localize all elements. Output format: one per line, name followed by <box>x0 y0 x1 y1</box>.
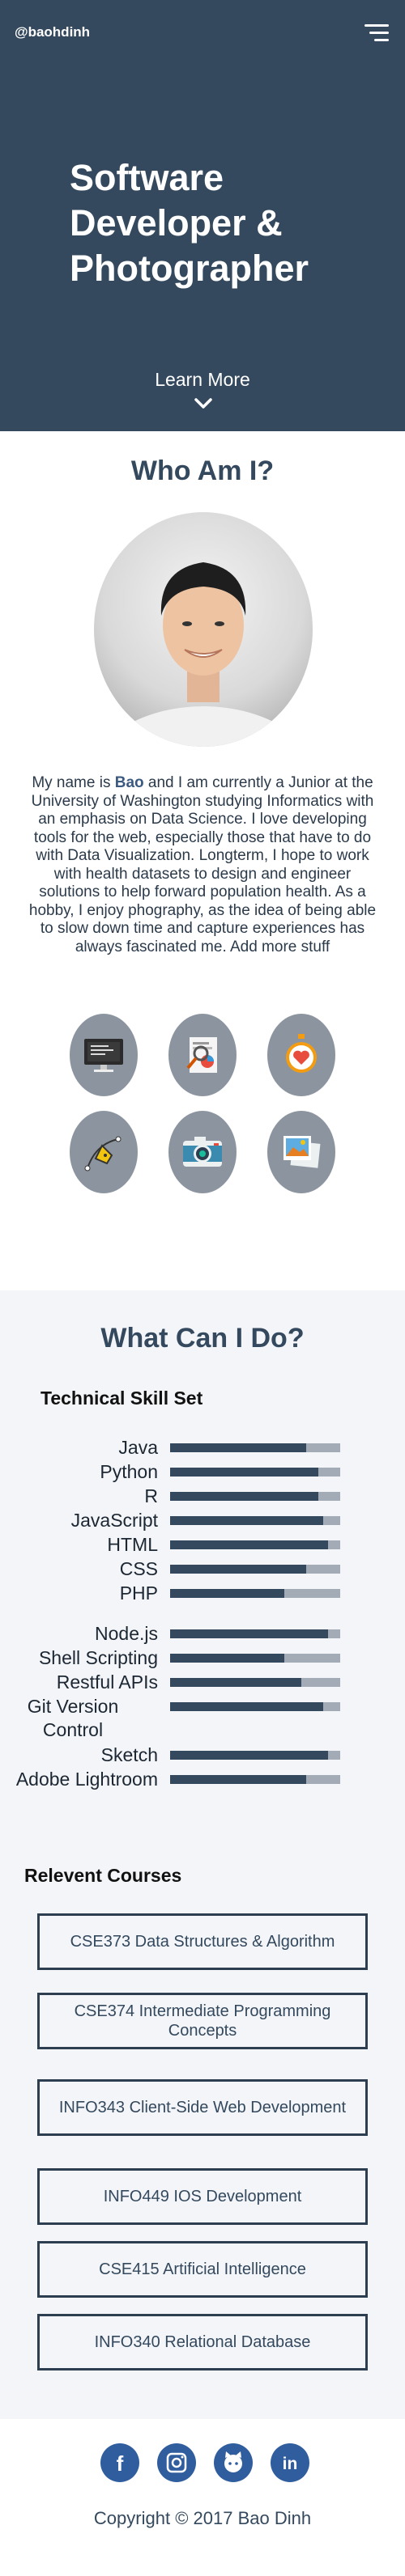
skill-bar-fill <box>170 1654 284 1663</box>
skill-row: Java <box>0 1436 405 1460</box>
skill-row: HTML <box>0 1533 405 1557</box>
hero-title-line: Software <box>70 157 224 198</box>
footer: f in Copyright © 2017 Bao Dinh <box>0 2419 405 2576</box>
courses-title: Relevent Courses <box>24 1865 182 1886</box>
skill-bar <box>170 1516 340 1525</box>
skill-row: Restful APIs <box>0 1671 405 1695</box>
skill-name: Restful APIs <box>56 1671 158 1693</box>
skill-name: CSS <box>119 1558 158 1579</box>
skill-bar <box>170 1678 340 1687</box>
github-icon[interactable] <box>214 2443 253 2482</box>
skill-bar <box>170 1565 340 1574</box>
skill-bar-fill <box>170 1443 306 1452</box>
skill-bar-fill <box>170 1702 323 1711</box>
skill-name: Python <box>100 1461 158 1482</box>
brand-link[interactable]: @baohdinh <box>15 24 90 40</box>
about-title: Who Am I? <box>130 455 275 486</box>
instagram-icon[interactable] <box>157 2443 196 2482</box>
skill-bar <box>170 1629 340 1638</box>
course-card[interactable]: INFO343 Client-Side Web Development <box>37 2079 368 2136</box>
skill-row: R <box>0 1485 405 1509</box>
hero-title-line: Photographer <box>70 248 309 289</box>
bio-text: My name is Bao and I am currently a Juni… <box>28 774 377 956</box>
skill-name: Adobe Lightroom <box>15 1769 158 1790</box>
skill-name: PHP <box>119 1582 158 1604</box>
hero-section: @baohdinh Software Developer & Photograp… <box>0 0 405 431</box>
data-report-icon <box>168 1014 237 1096</box>
svg-text:in: in <box>283 2455 298 2473</box>
skill-bar <box>170 1468 340 1477</box>
skill-bar-fill <box>170 1492 318 1501</box>
bio-text-start: My name is <box>32 774 115 791</box>
technical-skill-title: Technical Skill Set <box>40 1388 203 1409</box>
skill-bar-fill <box>170 1751 329 1760</box>
skill-name: JavaScript <box>70 1510 158 1531</box>
course-card[interactable]: CSE415 Artificial Intelligence <box>37 2241 368 2298</box>
hobby-icons-grid <box>0 1014 405 1208</box>
linkedin-icon[interactable]: in <box>271 2443 309 2482</box>
skill-bar-fill <box>170 1516 323 1525</box>
skill-row: Adobe Lightroom <box>0 1768 405 1792</box>
hero-title: Software Developer & Photographer <box>70 155 377 291</box>
skill-bar <box>170 1540 340 1549</box>
skill-name: Shell Scripting <box>38 1647 158 1668</box>
skills-section: What Can I Do? Technical Skill Set Java P… <box>0 1290 405 2419</box>
learn-more-link[interactable]: Learn More <box>0 369 405 391</box>
about-section: Who Am I? My name is Bao and I am curren… <box>0 431 405 1290</box>
skill-name: Git Version Control <box>27 1696 119 1740</box>
course-card[interactable]: INFO340 Relational Database <box>37 2314 368 2371</box>
skill-bar <box>170 1775 340 1784</box>
skill-name: Sketch <box>100 1744 158 1765</box>
skill-bar <box>170 1654 340 1663</box>
skill-bar-fill <box>170 1678 301 1687</box>
pen-tool-icon <box>70 1111 138 1193</box>
course-card[interactable]: INFO449 IOS Development <box>37 2168 368 2225</box>
course-card[interactable]: CSE373 Data Structures & Algorithm <box>37 1913 368 1970</box>
skill-name: HTML <box>107 1534 158 1555</box>
svg-text:f: f <box>117 2451 124 2476</box>
skill-row: PHP <box>0 1582 405 1606</box>
skill-name: Java <box>118 1437 158 1458</box>
skill-name: Node.js <box>95 1623 158 1644</box>
skill-row: JavaScript <box>0 1509 405 1533</box>
skill-row: Python <box>0 1460 405 1485</box>
skill-row: CSS <box>0 1557 405 1582</box>
skill-bar <box>170 1702 340 1711</box>
skill-row: Node.js <box>0 1622 405 1646</box>
skill-bar-fill <box>170 1629 329 1638</box>
skill-bar <box>170 1589 340 1598</box>
computer-icon <box>70 1014 138 1096</box>
skill-name: R <box>144 1485 158 1506</box>
skill-bar-fill <box>170 1540 329 1549</box>
skill-bar <box>170 1751 340 1760</box>
skill-bar-fill <box>170 1468 318 1477</box>
skill-row: Sketch <box>0 1743 405 1768</box>
hamburger-menu-icon[interactable] <box>364 24 389 42</box>
skills-title: What Can I Do? <box>100 1323 305 1354</box>
skill-bar <box>170 1443 340 1452</box>
heart-stopwatch-icon <box>267 1014 335 1096</box>
skill-bar-fill <box>170 1589 284 1598</box>
skill-bar-fill <box>170 1565 306 1574</box>
skill-row: Git Version Control <box>0 1695 405 1740</box>
course-card[interactable]: CSE374 Intermediate Programming Concepts <box>37 1993 368 2049</box>
hero-title-line: Developer & <box>70 202 283 244</box>
bio-name: Bao <box>114 774 144 791</box>
avatar <box>94 512 313 747</box>
camera-icon <box>168 1111 237 1193</box>
copyright-text: Copyright © 2017 Bao Dinh <box>93 2508 312 2528</box>
skill-row: Shell Scripting <box>0 1646 405 1671</box>
skill-bar-fill <box>170 1775 306 1784</box>
facebook-icon[interactable]: f <box>100 2443 139 2482</box>
chevron-down-icon[interactable] <box>194 395 212 413</box>
bio-text-rest: and I am currently a Junior at the Unive… <box>28 774 377 955</box>
skill-bar <box>170 1492 340 1501</box>
photos-icon <box>267 1111 335 1193</box>
